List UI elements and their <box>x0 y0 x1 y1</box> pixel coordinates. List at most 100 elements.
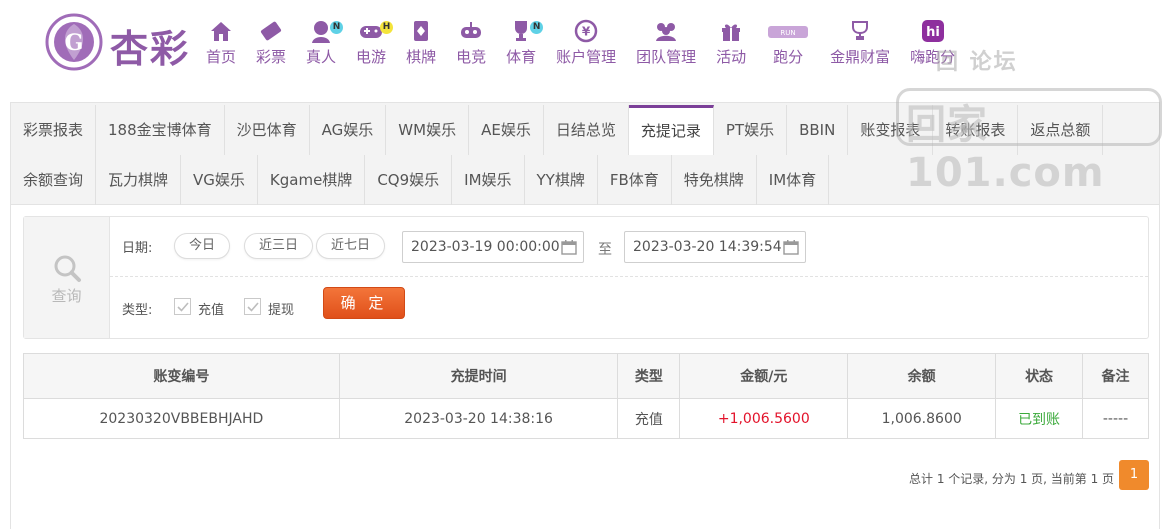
svg-text:hi: hi <box>926 25 940 40</box>
record-type: 充值 <box>617 398 681 439</box>
svg-text:G: G <box>65 30 84 56</box>
date-label: 日期: <box>122 241 153 256</box>
nav-home[interactable]: 首页 <box>196 18 246 78</box>
calendar-icon <box>561 240 577 255</box>
nav-wealth[interactable]: 金鼎财富 <box>820 18 900 78</box>
col-balance: 余额 <box>847 353 997 399</box>
tab-saba-sports[interactable]: 沙巴体育 <box>225 105 310 155</box>
tab-ae[interactable]: AE娱乐 <box>469 105 544 155</box>
tab-bbin[interactable]: BBIN <box>787 105 849 155</box>
nav-esports[interactable]: 电竞 <box>446 18 496 78</box>
col-status: 状态 <box>995 353 1084 399</box>
nav-label: 体育 <box>506 48 537 66</box>
hot-badge: H <box>380 21 394 34</box>
col-type: 类型 <box>617 353 681 399</box>
calendar-icon <box>783 240 799 255</box>
start-date-input[interactable]: 2023-03-19 00:00:00 <box>402 231 584 263</box>
new-badge: N <box>530 21 544 34</box>
tab-wali-chess[interactable]: 瓦力棋牌 <box>96 155 182 205</box>
nav-chess[interactable]: 棋牌 <box>396 18 446 78</box>
tab-im-sports[interactable]: IM体育 <box>757 155 830 205</box>
nav-live[interactable]: N 真人 <box>296 18 346 78</box>
tab-balance[interactable]: 余额查询 <box>11 155 97 205</box>
tab-fb-sports[interactable]: FB体育 <box>598 155 672 205</box>
tab-temian-chess[interactable]: 特免棋牌 <box>672 155 757 205</box>
end-date-value: 2023-03-20 14:39:54 <box>633 239 782 255</box>
last-3-days-button[interactable]: 近三日 <box>244 233 314 259</box>
records-table: 账变编号 充提时间 类型 金额/元 余额 状态 备注 20230320VBBEB… <box>23 353 1149 439</box>
tab-row-2: 余额查询 瓦力棋牌 VG娱乐 Kgame棋牌 CQ9娱乐 IM娱乐 YY棋牌 F… <box>11 155 830 205</box>
controller-icon <box>461 22 482 38</box>
tab-row-1: 彩票报表 188金宝博体育 沙巴体育 AG娱乐 WM娱乐 AE娱乐 日结总览 充… <box>11 105 1104 155</box>
col-note: 备注 <box>1082 353 1149 399</box>
pager-summary: 总计 1 个记录, 分为 1 页, 当前第 1 页 <box>909 472 1115 486</box>
tab-vg[interactable]: VG娱乐 <box>181 155 258 205</box>
tab-cq9[interactable]: CQ9娱乐 <box>365 155 453 205</box>
svg-text:¥: ¥ <box>582 25 591 39</box>
check-icon <box>247 302 259 312</box>
nav-label: 跑分 <box>773 48 804 66</box>
nav-slots[interactable]: H 电游 <box>346 18 396 78</box>
nav-lottery[interactable]: 彩票 <box>246 18 296 78</box>
nav-run[interactable]: RUN 跑分 <box>756 18 820 78</box>
tab-ag[interactable]: AG娱乐 <box>310 105 387 155</box>
site-logo[interactable]: G 杏彩 <box>44 12 204 72</box>
main-nav: 首页 彩票 N 真人 H 电游 棋牌 电竞 N 体育 ¥ 账户管理 团队管理 活… <box>196 18 965 78</box>
tab-rebate-total[interactable]: 返点总额 <box>1018 105 1104 155</box>
nav-team[interactable]: 团队管理 <box>626 18 706 78</box>
tab-deposit-withdraw[interactable]: 充提记录 <box>628 105 714 155</box>
confirm-button[interactable]: 确 定 <box>323 287 405 319</box>
query-form: 查询 日期: 今日 近三日 近七日 2023-03-19 00:00:00 至 … <box>23 216 1149 339</box>
svg-text:RUN: RUN <box>781 29 796 37</box>
today-button[interactable]: 今日 <box>174 233 231 259</box>
top-header: G 杏彩 首页 彩票 N 真人 H 电游 棋牌 电竞 N 体育 ¥ 账户管理 团… <box>0 0 1170 100</box>
nav-label: 嗨跑分 <box>910 48 956 66</box>
nav-label: 团队管理 <box>636 48 697 66</box>
col-time: 充提时间 <box>338 353 619 399</box>
tab-lottery-report[interactable]: 彩票报表 <box>11 105 97 155</box>
tab-pt[interactable]: PT娱乐 <box>714 105 788 155</box>
cards-icon <box>414 21 429 41</box>
check-icon <box>177 302 189 312</box>
nav-label: 电游 <box>356 48 387 66</box>
nav-promo[interactable]: 活动 <box>706 18 756 78</box>
nav-label: 彩票 <box>256 48 287 66</box>
type-row: 类型: 充值 提现 确 定 <box>110 278 1148 338</box>
tab-transfer-report[interactable]: 转账报表 <box>933 105 1019 155</box>
tab-im[interactable]: IM娱乐 <box>452 155 525 205</box>
tab-wm[interactable]: WM娱乐 <box>386 105 470 155</box>
nav-hi-run[interactable]: hi 嗨跑分 <box>900 18 965 78</box>
nav-label: 真人 <box>306 48 337 66</box>
logo-text: 杏彩 <box>110 26 191 71</box>
record-note: ----- <box>1082 398 1149 439</box>
end-date-input[interactable]: 2023-03-20 14:39:54 <box>624 231 806 263</box>
page-1-button[interactable]: 1 <box>1119 460 1149 490</box>
tab-188-sports[interactable]: 188金宝博体育 <box>96 105 225 155</box>
col-record-id: 账变编号 <box>23 353 340 399</box>
last-7-days-button[interactable]: 近七日 <box>316 233 386 259</box>
checkbox-label: 提现 <box>268 303 295 318</box>
tab-yy-chess[interactable]: YY棋牌 <box>525 155 598 205</box>
record-time: 2023-03-20 14:38:16 <box>338 398 619 439</box>
new-badge: N <box>330 21 344 34</box>
tab-daily-summary[interactable]: 日结总览 <box>544 105 629 155</box>
nav-label: 金鼎财富 <box>830 48 891 66</box>
start-date-value: 2023-03-19 00:00:00 <box>411 239 560 255</box>
range-separator: 至 <box>598 242 612 258</box>
report-tabs: 彩票报表 188金宝博体育 沙巴体育 AG娱乐 WM娱乐 AE娱乐 日结总览 充… <box>11 103 1159 205</box>
nav-sports[interactable]: N 体育 <box>496 18 546 78</box>
query-side: 查询 <box>24 217 110 338</box>
checkbox-box <box>244 298 261 315</box>
record-id: 20230320VBBEBHJAHD <box>23 398 340 439</box>
nav-label: 账户管理 <box>556 48 617 66</box>
hi-icon: hi <box>921 20 944 42</box>
ticket-icon <box>260 21 282 41</box>
tab-kgame[interactable]: Kgame棋牌 <box>258 155 366 205</box>
nav-account[interactable]: ¥ 账户管理 <box>546 18 626 78</box>
team-icon <box>656 23 677 41</box>
record-amount: +1,006.5600 <box>679 398 849 439</box>
home-icon <box>211 22 231 41</box>
tab-account-change[interactable]: 账变报表 <box>848 105 934 155</box>
content-panel: 彩票报表 188金宝博体育 沙巴体育 AG娱乐 WM娱乐 AE娱乐 日结总览 充… <box>10 102 1160 529</box>
table-header-row: 账变编号 充提时间 类型 金额/元 余额 状态 备注 <box>23 353 1149 399</box>
